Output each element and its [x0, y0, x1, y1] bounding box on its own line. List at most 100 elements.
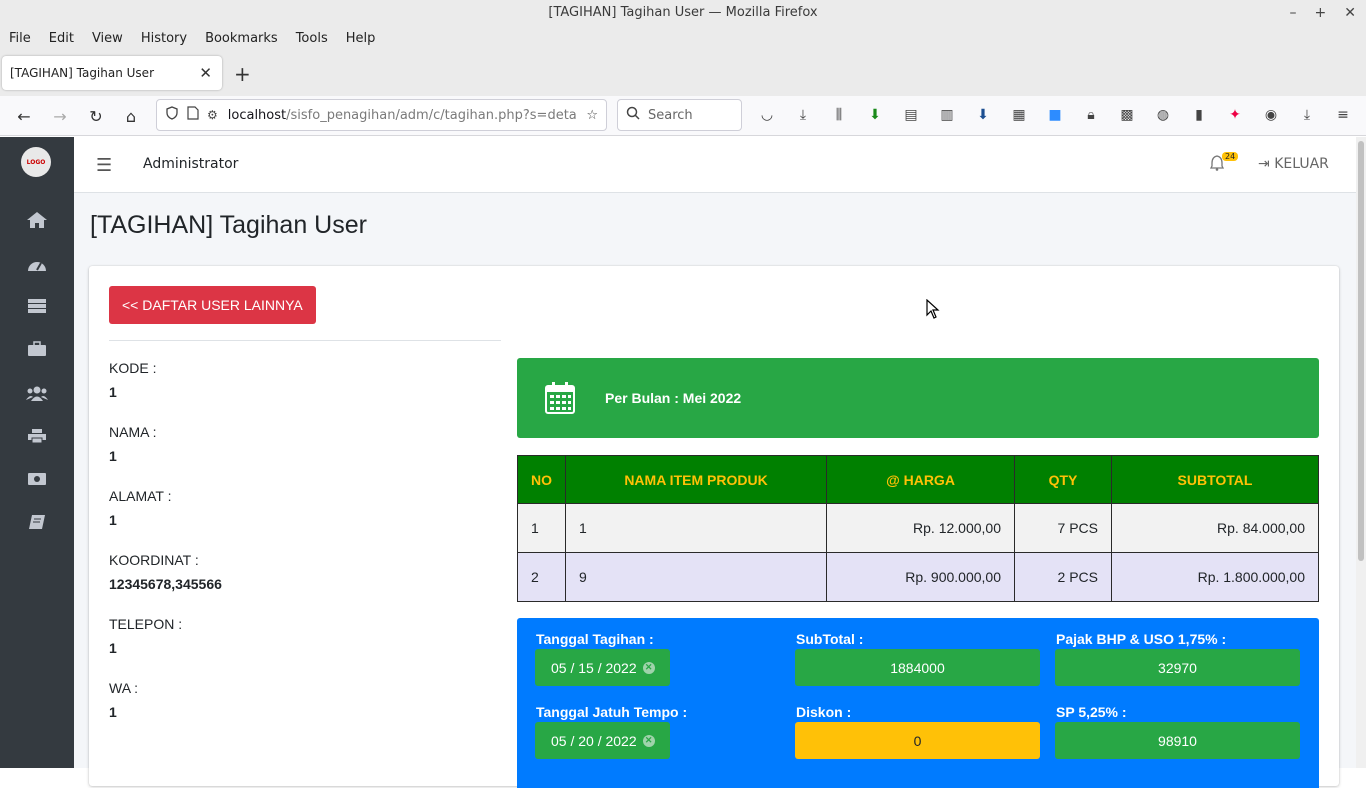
page-scrollbar[interactable]: [1356, 137, 1366, 768]
globe-icon[interactable]: ◍: [1152, 104, 1174, 126]
dashboard-icon[interactable]: [25, 253, 49, 275]
search-bar[interactable]: Search: [617, 99, 742, 131]
page-icon: [187, 106, 199, 124]
notification-bell[interactable]: 24: [1209, 152, 1239, 175]
menu-tools[interactable]: Tools: [296, 31, 328, 46]
koordinat-value: 12345678,345566: [109, 576, 222, 592]
tanggal-tagihan-label: Tanggal Tagihan :: [536, 631, 654, 647]
sp-label: SP 5,25% :: [1056, 704, 1127, 720]
telepon-value: 1: [109, 640, 117, 656]
pajak-field[interactable]: 32970: [1055, 649, 1300, 686]
jatuh-tempo-value: 05 / 20 / 2022: [551, 732, 637, 749]
home-icon[interactable]: ⌂: [120, 105, 142, 127]
web-app: LOGO ☰ Administrator 24 ⇥ KELUAR [TAGIHA…: [0, 137, 1366, 788]
user-role: Administrator: [143, 156, 239, 172]
save-icon[interactable]: ⬇: [972, 104, 994, 126]
hamburger-icon[interactable]: ☰: [96, 155, 112, 176]
back-icon[interactable]: ←: [13, 105, 35, 127]
wa-label: WA :: [109, 680, 139, 696]
book-icon[interactable]: [25, 511, 49, 533]
nama-label: NAMA :: [109, 424, 157, 440]
calendar-icon: [545, 382, 575, 418]
col-subtotal: SUBTOTAL: [1111, 455, 1319, 504]
minimize-icon[interactable]: –: [1290, 0, 1297, 26]
scrollbar-thumb[interactable]: [1358, 141, 1364, 561]
back-to-users-button[interactable]: << DAFTAR USER LAINNYA: [109, 286, 316, 324]
permissions-icon[interactable]: ⚙: [207, 108, 218, 122]
cell-nama-item: 9: [565, 552, 827, 602]
window-titlebar: [TAGIHAN] Tagihan User — Mozilla Firefox…: [0, 0, 1366, 26]
diskon-field[interactable]: 0: [795, 722, 1040, 759]
tab-title: [TAGIHAN] Tagihan User: [10, 66, 154, 80]
green-download-icon[interactable]: ⬇: [864, 104, 886, 126]
close-tab-icon[interactable]: ✕: [199, 64, 212, 82]
menu-bookmarks[interactable]: Bookmarks: [205, 31, 278, 46]
menu-edit[interactable]: Edit: [49, 31, 74, 46]
col-qty: QTY: [1014, 455, 1112, 504]
clear-date-icon[interactable]: ✕: [642, 661, 655, 674]
menu-icon[interactable]: ≡: [1332, 104, 1354, 126]
record-icon[interactable]: ◉: [1260, 104, 1282, 126]
print-icon[interactable]: [25, 425, 49, 447]
sp-field[interactable]: 98910: [1055, 722, 1300, 759]
diskon-label: Diskon :: [796, 704, 852, 720]
info-icon[interactable]: ▮: [1188, 104, 1210, 126]
clear-date-icon[interactable]: ✕: [642, 734, 655, 747]
qr-icon[interactable]: ▩: [1116, 104, 1138, 126]
url-bar[interactable]: ⚙ localhost/sisfo_penagihan/adm/c/tagiha…: [156, 99, 607, 131]
close-window-icon[interactable]: ✕: [1344, 0, 1356, 26]
notification-badge: 24: [1222, 152, 1239, 161]
shield-icon[interactable]: [165, 106, 179, 124]
menu-help[interactable]: Help: [346, 31, 376, 46]
telepon-label: TELEPON :: [109, 616, 183, 632]
col-no: NO: [517, 455, 566, 504]
color-picker-icon[interactable]: ✦: [1224, 104, 1246, 126]
cell-harga: Rp. 12.000,00: [826, 503, 1015, 553]
items-table: NO NAMA ITEM PRODUK @ HARGA QTY SUBTOTAL…: [517, 455, 1319, 602]
logout-link[interactable]: ⇥ KELUAR: [1258, 156, 1329, 172]
tanggal-tagihan-input[interactable]: 05 / 15 / 2022 ✕: [535, 649, 670, 686]
forward-icon[interactable]: →: [49, 105, 71, 127]
kode-label: KODE :: [109, 360, 157, 376]
url-host: localhost: [227, 107, 287, 123]
bookmark-star-icon[interactable]: ☆: [586, 108, 598, 123]
tanggal-tagihan-value: 05 / 15 / 2022: [551, 659, 637, 676]
users-icon[interactable]: [25, 382, 49, 404]
download-icon[interactable]: ⤓: [792, 104, 814, 126]
money-icon[interactable]: [25, 468, 49, 490]
reload-icon[interactable]: ↻: [85, 105, 107, 127]
reader-icon[interactable]: ▥: [936, 104, 958, 126]
period-banner: Per Bulan : Mei 2022: [517, 358, 1319, 438]
library-icon[interactable]: ⫼: [828, 104, 850, 126]
nama-value: 1: [109, 448, 117, 464]
grid-icon[interactable]: ▦: [1008, 104, 1030, 126]
new-tab-icon[interactable]: +: [234, 62, 251, 86]
menu-history[interactable]: History: [141, 31, 187, 46]
lock-icon[interactable]: 🔒︎: [1080, 104, 1102, 126]
page-title: [TAGIHAN] Tagihan User: [90, 211, 367, 239]
col-harga: @ HARGA: [826, 455, 1015, 504]
tab-strip: [TAGIHAN] Tagihan User ✕ +: [0, 50, 1366, 96]
sidebar: LOGO: [0, 137, 74, 768]
jatuh-tempo-input[interactable]: 05 / 20 / 2022 ✕: [535, 722, 670, 759]
cell-no: 1: [517, 503, 566, 553]
col-nama-item: NAMA ITEM PRODUK: [565, 455, 827, 504]
menu-file[interactable]: File: [9, 31, 31, 46]
browser-tab[interactable]: [TAGIHAN] Tagihan User ✕: [2, 56, 222, 90]
briefcase-icon[interactable]: [25, 338, 49, 360]
cell-subtotal: Rp. 1.800.000,00: [1111, 552, 1319, 602]
alamat-label: ALAMAT :: [109, 488, 172, 504]
subtotal-field[interactable]: 1884000: [795, 649, 1040, 686]
menu-view[interactable]: View: [92, 31, 123, 46]
downloads-icon[interactable]: ⤓: [1296, 104, 1318, 126]
pocket-icon[interactable]: ◡: [756, 104, 778, 126]
server-icon[interactable]: [25, 295, 49, 317]
app-logo[interactable]: LOGO: [21, 147, 51, 177]
home-nav-icon[interactable]: [25, 209, 49, 231]
maximize-icon[interactable]: +: [1315, 0, 1327, 26]
menu-bar: File Edit View History Bookmarks Tools H…: [0, 26, 1366, 50]
extension-doc-icon[interactable]: ▤: [900, 104, 922, 126]
jatuh-tempo-label: Tanggal Jatuh Tempo :: [536, 704, 688, 720]
zoom-icon[interactable]: ■: [1044, 104, 1066, 126]
window-title: [TAGIHAN] Tagihan User — Mozilla Firefox: [548, 5, 818, 20]
